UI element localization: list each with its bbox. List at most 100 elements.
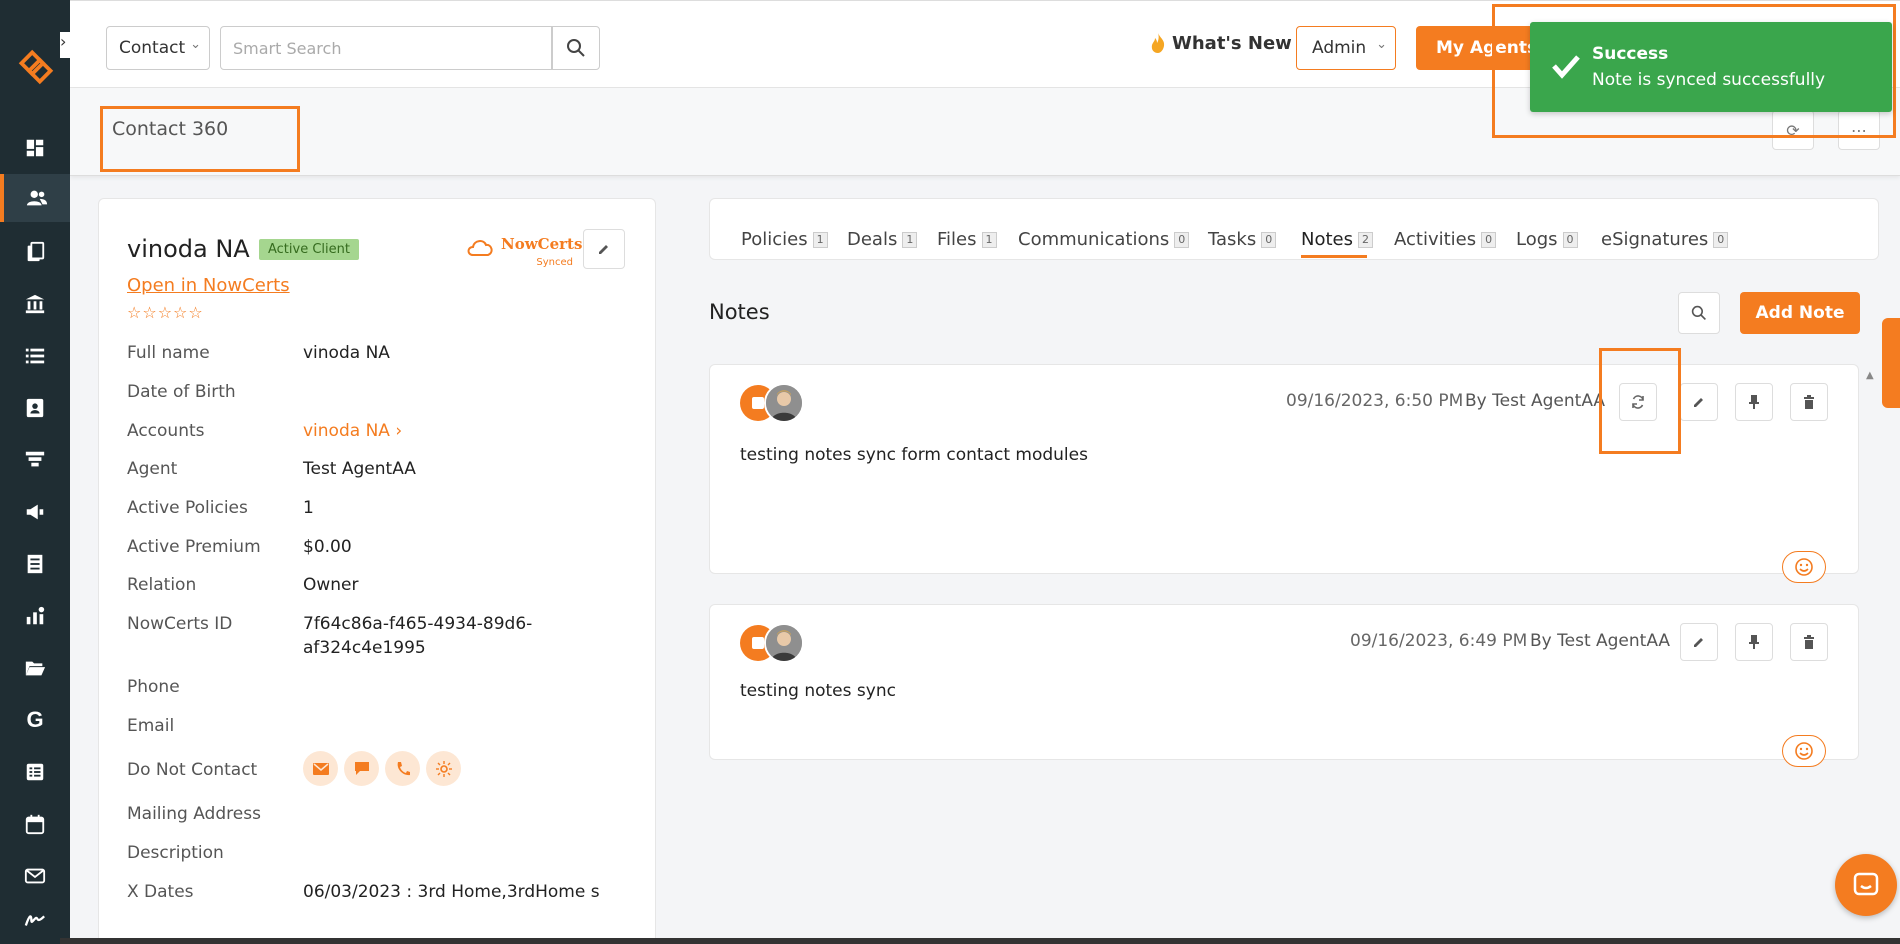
sidebar-item-analytics[interactable] <box>0 592 70 640</box>
tab-policies[interactable]: Policies 1 <box>741 229 828 250</box>
add-note-button[interactable]: Add Note <box>1740 292 1860 334</box>
avatar <box>764 383 804 423</box>
tab-count: 1 <box>902 231 918 248</box>
dnc-sms-toggle[interactable] <box>344 751 379 786</box>
smart-search-input[interactable]: Smart Search <box>220 26 552 70</box>
whats-new-button[interactable]: What's New <box>1148 32 1292 54</box>
checkmark-icon <box>1552 55 1580 79</box>
tab-communications[interactable]: Communications 0 <box>1018 229 1190 250</box>
ledger-icon <box>27 554 43 574</box>
dnc-other-toggle[interactable] <box>426 751 461 786</box>
dnc-call-toggle[interactable] <box>385 751 420 786</box>
sidebar-item-table[interactable] <box>0 748 70 796</box>
field-value-accounts-link[interactable]: vinoda NA › <box>303 419 402 443</box>
field-label-phone: Phone <box>127 677 180 697</box>
add-reaction-button[interactable] <box>1782 735 1826 767</box>
signature-icon <box>24 915 45 926</box>
field-value-x-dates: 06/03/2023 : 3rd Home,3rdHome s <box>303 882 600 902</box>
phone-icon <box>397 761 410 775</box>
field-label-full-name: Full name <box>127 343 210 363</box>
address-book-icon <box>26 398 44 418</box>
module-select[interactable]: Contact ⌄ <box>106 26 210 70</box>
tab-activities[interactable]: Activities 0 <box>1394 229 1497 250</box>
tab-esignatures[interactable]: eSignatures 0 <box>1601 229 1729 250</box>
delete-note-button[interactable] <box>1790 623 1828 661</box>
field-label-email: Email <box>127 716 175 736</box>
integration-status: Synced <box>536 257 573 268</box>
add-reaction-button[interactable] <box>1782 551 1826 583</box>
field-value-active-premium: $0.00 <box>303 537 352 557</box>
notes-search-button[interactable] <box>1678 292 1720 334</box>
scroll-up-icon[interactable]: ▲ <box>1866 370 1874 381</box>
help-tab[interactable] <box>1882 318 1900 408</box>
toast-title: Success <box>1592 44 1669 64</box>
tab-logs[interactable]: Logs 0 <box>1516 229 1578 250</box>
page-title-highlight <box>100 106 300 172</box>
sidebar-item-contacts[interactable] <box>0 174 70 222</box>
tab-files[interactable]: Files 1 <box>937 229 997 250</box>
field-label-active-premium: Active Premium <box>127 537 261 557</box>
admin-label: Admin <box>1312 38 1367 58</box>
module-select-value: Contact <box>119 38 186 58</box>
delete-note-button[interactable] <box>1790 383 1828 421</box>
search-button[interactable] <box>552 26 600 70</box>
sidebar: G <box>0 0 70 944</box>
edit-contact-button[interactable] <box>583 229 625 269</box>
note-card: 09/16/2023, 6:49 PM By Test AgentAA test… <box>709 604 1859 767</box>
tab-label: Tasks <box>1208 229 1257 250</box>
tab-tasks[interactable]: Tasks 0 <box>1208 229 1277 250</box>
pin-note-button[interactable] <box>1735 623 1773 661</box>
sidebar-item-email[interactable] <box>0 852 70 900</box>
tab-notes[interactable]: Notes 2 <box>1301 229 1373 250</box>
pin-icon <box>1749 395 1759 409</box>
sidebar-item-signature[interactable] <box>0 896 70 944</box>
open-in-nowcerts-link[interactable]: Open in NowCerts <box>127 275 290 296</box>
status-badge: Active Client <box>259 239 359 260</box>
field-label-nowcerts-id: NowCerts ID <box>127 614 233 634</box>
envelope-icon <box>312 762 329 775</box>
trash-icon <box>1804 635 1814 649</box>
sidebar-item-address-book[interactable] <box>0 384 70 432</box>
fire-icon <box>1151 33 1165 53</box>
integration-name: NowCerts <box>501 235 583 253</box>
toast-message: Note is synced successfully <box>1592 70 1826 90</box>
edit-note-button[interactable] <box>1680 623 1718 661</box>
sidebar-item-reports[interactable] <box>0 540 70 588</box>
tab-count: 0 <box>1481 231 1497 248</box>
pin-note-button[interactable] <box>1735 383 1773 421</box>
sidebar-item-lists[interactable] <box>0 332 70 380</box>
search-icon <box>1691 305 1706 320</box>
sidebar-item-policies[interactable] <box>0 228 70 276</box>
admin-dropdown[interactable]: Admin ⌄ <box>1296 26 1396 70</box>
contacts-icon <box>26 190 48 206</box>
mail-icon <box>24 868 46 884</box>
sidebar-collapse-button[interactable]: › <box>60 32 86 58</box>
tab-count: 0 <box>1562 231 1578 248</box>
edit-note-button[interactable] <box>1680 383 1718 421</box>
do-not-contact-toggles <box>303 751 461 786</box>
contact-name: vinoda NA <box>127 235 250 263</box>
sidebar-item-calendar[interactable] <box>0 800 70 848</box>
sidebar-item-dashboard[interactable] <box>0 124 70 172</box>
chat-button[interactable] <box>1835 854 1897 916</box>
tab-count: 1 <box>812 231 828 248</box>
tab-deals[interactable]: Deals 1 <box>847 229 918 250</box>
sidebar-item-pipeline[interactable] <box>0 436 70 484</box>
field-label-dob: Date of Birth <box>127 382 236 402</box>
sidebar-item-google[interactable]: G <box>0 696 70 744</box>
rating-stars[interactable]: ☆☆☆☆☆ <box>127 303 204 322</box>
tab-label: Logs <box>1516 229 1558 250</box>
success-toast[interactable]: Success Note is synced successfully <box>1530 22 1892 112</box>
sidebar-item-files[interactable] <box>0 644 70 692</box>
sidebar-item-carriers[interactable] <box>0 280 70 328</box>
app-logo[interactable] <box>17 48 55 86</box>
field-value-agent: Test AgentAA <box>303 459 416 479</box>
tab-label: eSignatures <box>1601 229 1709 250</box>
field-label-mailing-address: Mailing Address <box>127 804 261 824</box>
field-value-nowcerts-id: 7f64c86a-f465-4934-89d6- <box>303 614 533 634</box>
dashboard-icon <box>26 139 44 157</box>
note-author: By Test AgentAA <box>1530 631 1671 651</box>
sidebar-item-campaigns[interactable] <box>0 488 70 536</box>
sync-button-highlight <box>1599 348 1681 454</box>
dnc-email-toggle[interactable] <box>303 751 338 786</box>
